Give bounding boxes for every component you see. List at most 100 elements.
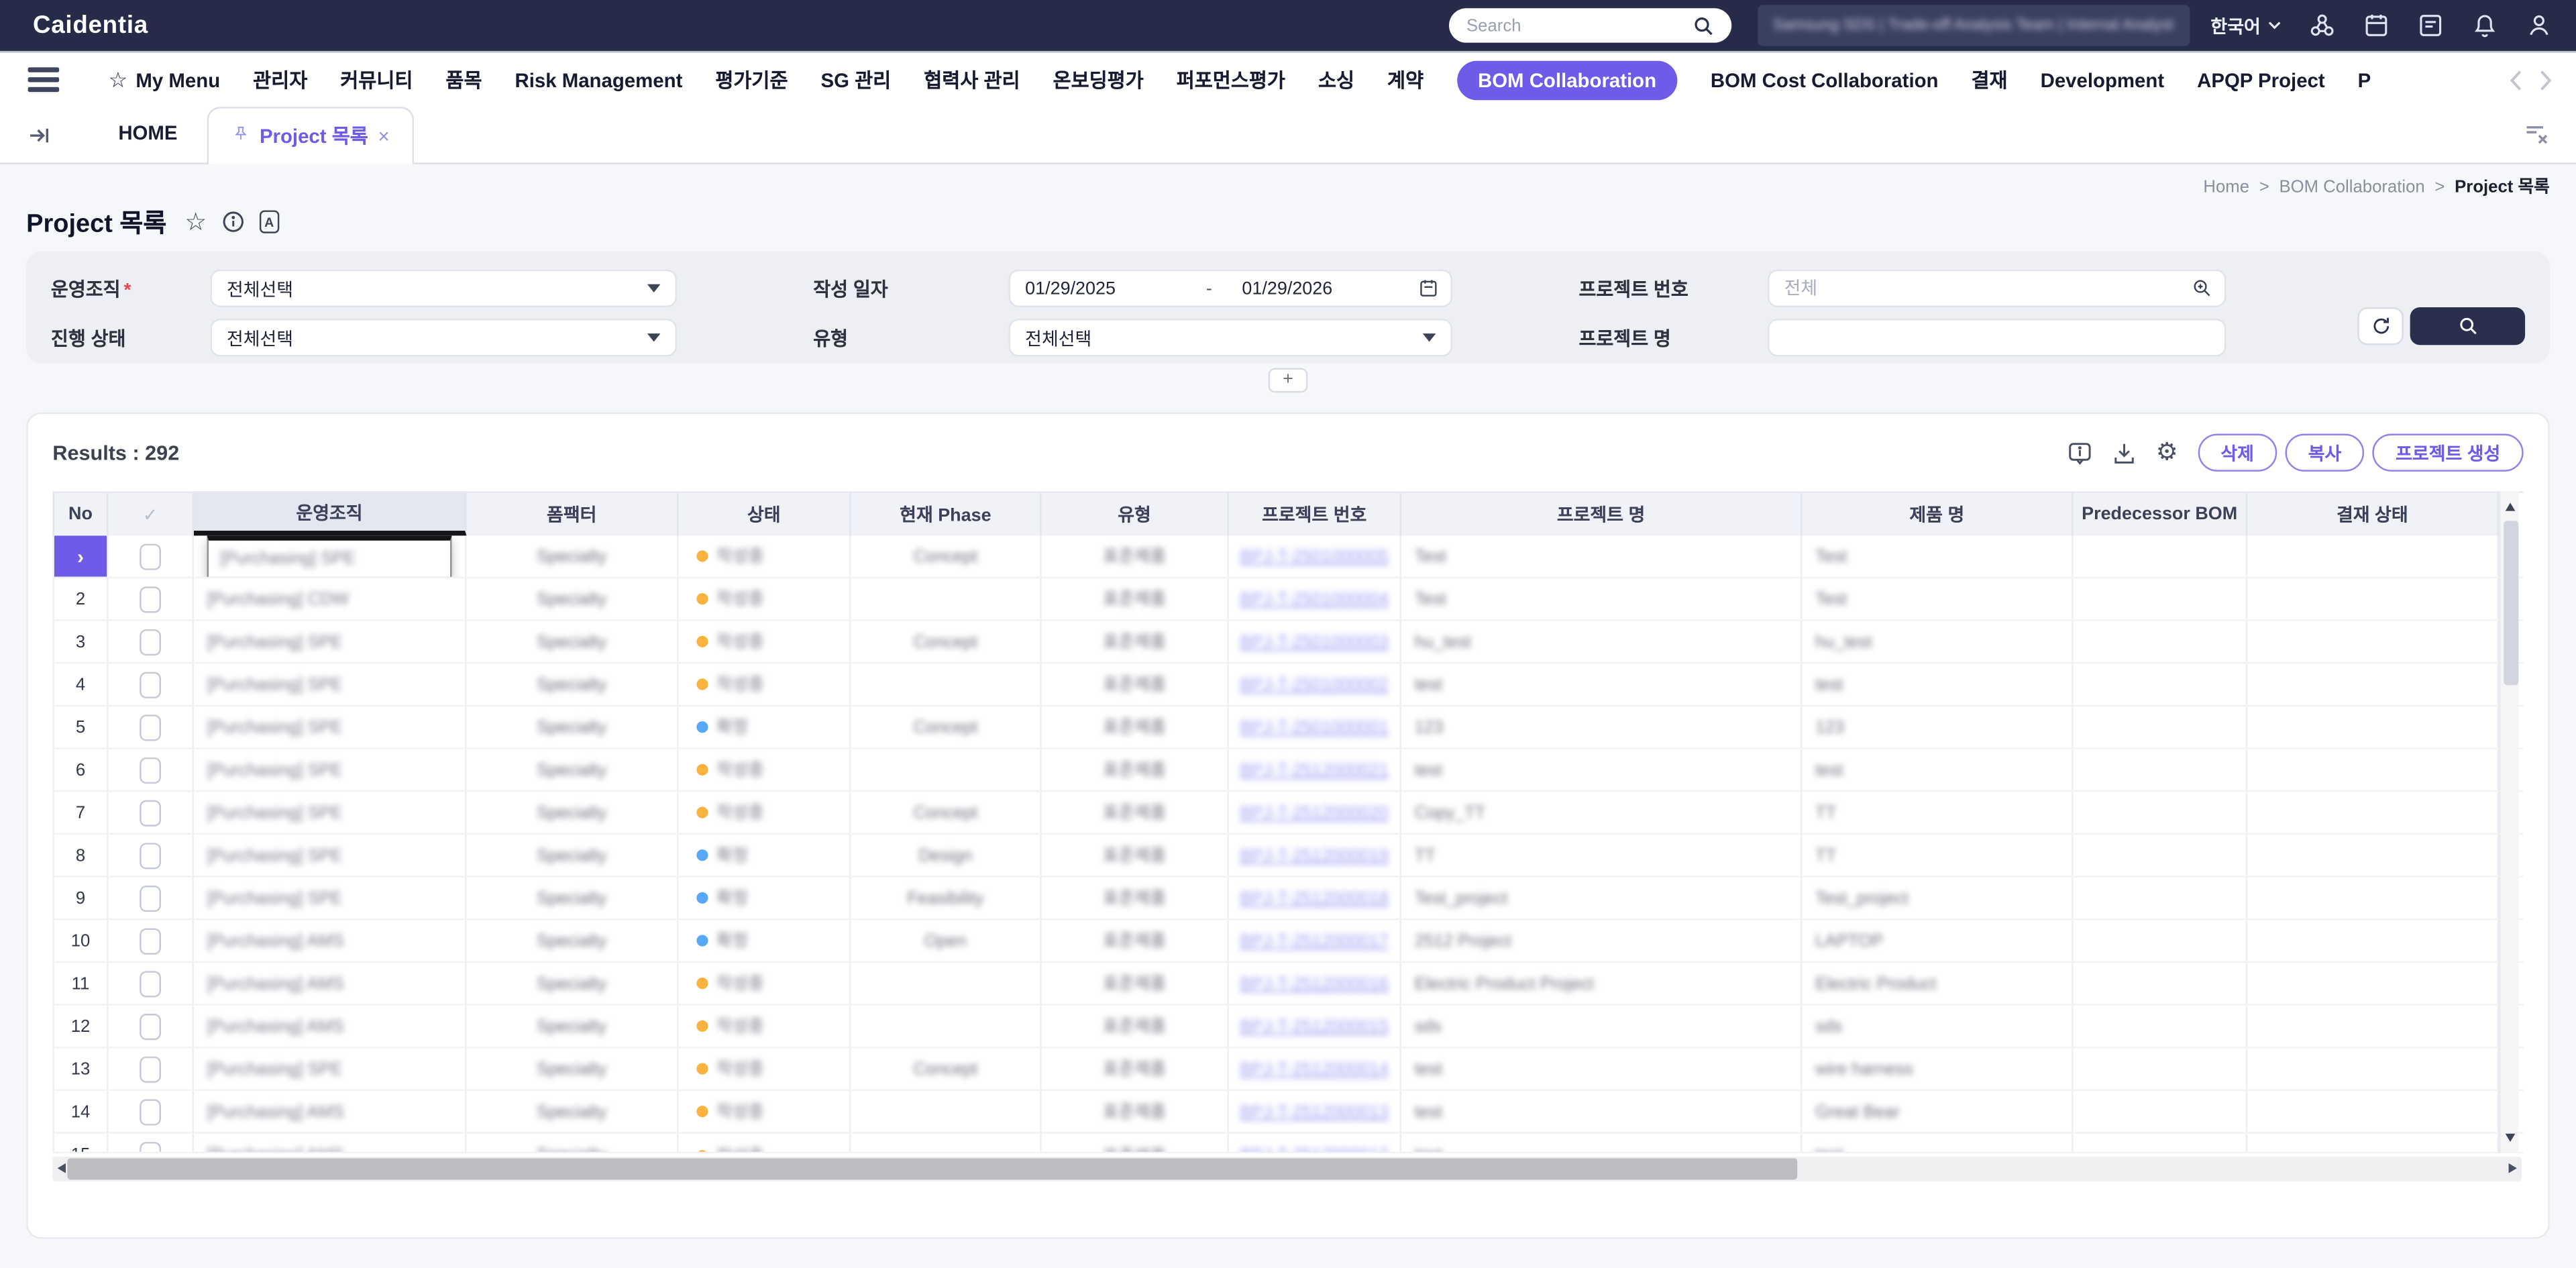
row-checkbox[interactable] (140, 1055, 161, 1081)
project-number-link[interactable]: BPJ-T-2512000018 (1240, 888, 1389, 908)
project-number-link[interactable]: BPJ-T-2512000014 (1240, 1059, 1389, 1078)
calendar-icon[interactable] (2363, 11, 2391, 40)
nav-item-12[interactable]: BOM Collaboration (1456, 60, 1678, 99)
project-number-link[interactable]: BPJ-T-2512000019 (1240, 845, 1389, 865)
row-checkbox[interactable] (140, 629, 161, 655)
row-checkbox[interactable] (140, 1098, 161, 1124)
search-icon[interactable] (1690, 11, 1718, 40)
user-team-badge[interactable]: Samsung SDS | Trade-off Analysis Team | … (1757, 5, 2189, 46)
nav-item-17[interactable]: P (2358, 68, 2371, 91)
calendar-picker-icon[interactable] (1417, 278, 1439, 299)
column-header-form[interactable]: 폼팩터 (467, 493, 679, 536)
project-number-link[interactable]: BPJ-T-2501000002 (1240, 674, 1389, 694)
scroll-up-arrow-icon[interactable] (2506, 503, 2516, 511)
row-checkbox[interactable] (140, 842, 161, 868)
column-header-check[interactable]: ✓ (109, 493, 194, 536)
nav-item-5[interactable]: 평가기준 (715, 66, 788, 94)
column-header-type[interactable]: 유형 (1042, 493, 1229, 536)
column-header-phase[interactable]: 현재 Phase (851, 493, 1042, 536)
project-number-link[interactable]: BPJ-T-2512000012 (1240, 1145, 1389, 1153)
nav-item-7[interactable]: 협력사 관리 (924, 66, 1020, 94)
breadcrumb-link[interactable]: BOM Collaboration (2279, 176, 2424, 196)
project-number-link[interactable]: BPJ-T-2512000016 (1240, 973, 1389, 993)
row-checkbox[interactable] (140, 885, 161, 911)
global-search-input[interactable] (1466, 15, 1690, 35)
row-checkbox[interactable] (140, 927, 161, 953)
search-button[interactable] (2410, 307, 2525, 345)
scroll-left-arrow-icon[interactable] (58, 1163, 66, 1173)
project-number-link[interactable]: BPJ-T-2512000020 (1240, 802, 1389, 822)
project-number-link[interactable]: BPJ-T-2512000017 (1240, 931, 1389, 950)
row-checkbox[interactable] (140, 714, 161, 740)
project-number-link[interactable]: BPJ-T-2501000005 (1240, 546, 1389, 566)
date-from-value[interactable]: 01/29/2025 (1025, 278, 1176, 298)
results-button-0[interactable]: 삭제 (2198, 434, 2277, 472)
selected-row-indicator[interactable]: › (54, 535, 107, 576)
hamburger-menu-icon[interactable] (28, 68, 60, 91)
org-filter-select[interactable]: 전체선택 (210, 270, 677, 307)
project-number-link[interactable]: BPJ-T-2501000001 (1240, 717, 1389, 737)
scroll-right-arrow-icon[interactable] (2509, 1163, 2517, 1173)
reset-button[interactable] (2357, 307, 2404, 345)
row-checkbox[interactable] (140, 543, 161, 569)
tab-active-1[interactable]: Project 목록× (207, 107, 415, 164)
profile-icon[interactable] (2525, 11, 2553, 40)
project-number-link[interactable]: BPJ-T-2512000015 (1240, 1016, 1389, 1036)
tab-0[interactable]: HOME (89, 121, 207, 162)
progress-filter-select[interactable]: 전체선택 (210, 319, 677, 356)
results-button-1[interactable]: 복사 (2285, 434, 2364, 472)
horizontal-scrollbar-thumb[interactable] (67, 1159, 1797, 1180)
row-checkbox[interactable] (140, 1142, 161, 1153)
notifications-bell-icon[interactable] (2471, 11, 2499, 40)
nav-item-0[interactable]: ☆My Menu (109, 66, 221, 93)
row-checkbox[interactable] (140, 757, 161, 783)
nav-item-16[interactable]: APQP Project (2197, 68, 2325, 91)
date-range-field[interactable]: 01/29/2025 - 01/29/2026 (1009, 270, 1452, 307)
close-icon[interactable]: × (378, 124, 390, 147)
tooltip-info-icon[interactable] (2067, 439, 2093, 466)
nav-item-2[interactable]: 커뮤니티 (340, 66, 413, 94)
memo-icon[interactable] (2416, 11, 2445, 40)
settings-gear-icon[interactable]: ⚙ (2156, 440, 2178, 465)
project-number-field[interactable] (1768, 270, 2226, 307)
global-search[interactable] (1448, 8, 1731, 42)
project-number-link[interactable]: BPJ-T-2501000004 (1240, 589, 1389, 609)
manual-doc-icon[interactable]: A (260, 210, 279, 233)
nav-item-15[interactable]: Development (2041, 68, 2165, 91)
nav-item-6[interactable]: SG 관리 (820, 66, 891, 94)
type-filter-select[interactable]: 전체선택 (1009, 319, 1452, 356)
close-all-tabs-icon[interactable] (2524, 121, 2550, 146)
org-network-icon[interactable] (2308, 11, 2337, 40)
project-number-input[interactable] (1784, 278, 2210, 298)
column-header-no[interactable]: No (52, 493, 108, 536)
column-header-approval[interactable]: 결재 상태 (2247, 493, 2499, 536)
vertical-scrollbar[interactable] (2499, 491, 2518, 1153)
results-button-2[interactable]: 프로젝트 생성 (2373, 434, 2524, 472)
column-header-product[interactable]: 제품 명 (1803, 493, 2074, 536)
nav-item-3[interactable]: 품목 (445, 66, 482, 94)
nav-item-9[interactable]: 퍼포먼스평가 (1177, 66, 1285, 94)
expand-filters-button[interactable]: + (1269, 368, 1308, 393)
row-checkbox[interactable] (140, 1013, 161, 1039)
collapse-sidebar-icon[interactable] (28, 122, 53, 147)
project-name-field[interactable] (1768, 319, 2226, 356)
scroll-down-arrow-icon[interactable] (2506, 1134, 2516, 1142)
nav-item-14[interactable]: 결재 (1972, 66, 2008, 94)
column-header-number[interactable]: 프로젝트 번호 (1229, 493, 1401, 536)
project-number-link[interactable]: BPJ-T-2512000021 (1240, 760, 1389, 780)
breadcrumb-link[interactable]: Home (2203, 176, 2249, 196)
search-popup-icon[interactable] (2192, 278, 2213, 299)
favorite-star-icon[interactable]: ☆ (184, 209, 207, 234)
project-number-link[interactable]: BPJ-T-2512000013 (1240, 1102, 1389, 1121)
nav-item-1[interactable]: 관리자 (253, 66, 307, 94)
column-header-org[interactable]: 운영조직 (194, 493, 467, 536)
vertical-scrollbar-thumb[interactable] (2503, 521, 2518, 685)
row-checkbox[interactable] (140, 799, 161, 825)
nav-item-13[interactable]: BOM Cost Collaboration (1711, 68, 1939, 91)
nav-item-4[interactable]: Risk Management (515, 68, 682, 91)
column-header-predecessor[interactable]: Predecessor BOM (2074, 493, 2248, 536)
info-icon[interactable] (221, 210, 244, 233)
nav-item-8[interactable]: 온보딩평가 (1053, 66, 1144, 94)
date-to-value[interactable]: 01/29/2026 (1242, 278, 1393, 298)
chevron-left-icon[interactable] (2509, 68, 2524, 91)
